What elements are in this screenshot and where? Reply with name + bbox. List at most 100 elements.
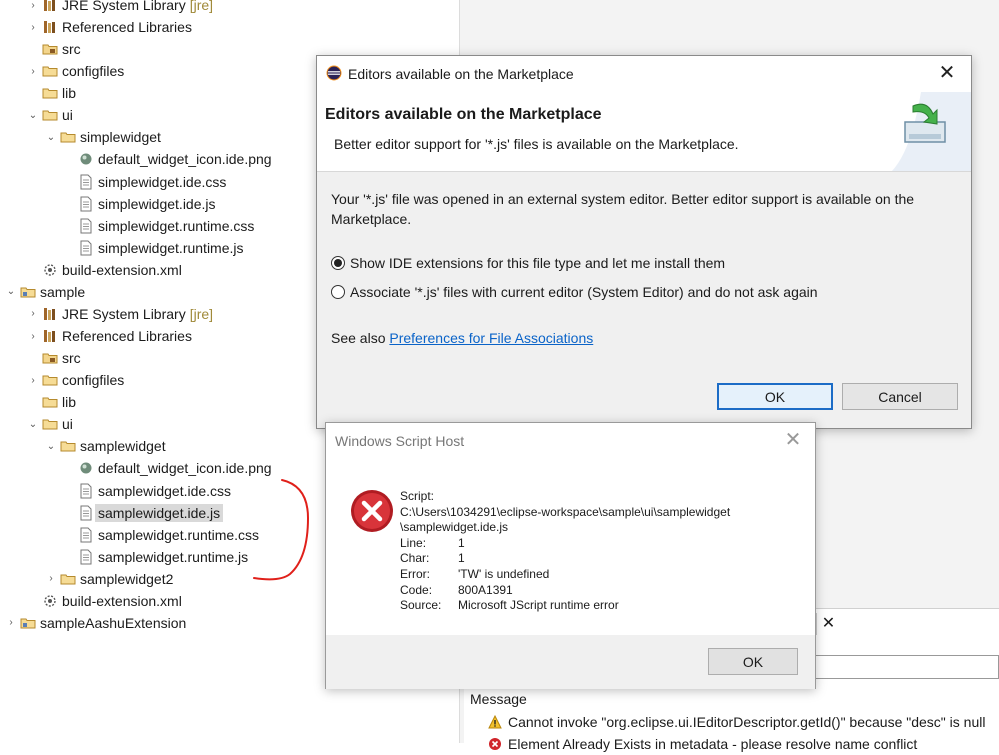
- tree-item-label: simplewidget.ide.js: [98, 195, 216, 212]
- folder-icon: [42, 85, 58, 101]
- file-icon: [78, 527, 94, 543]
- file-icon: [78, 174, 94, 190]
- ok-button[interactable]: OK: [717, 383, 833, 410]
- close-icon[interactable]: ✕: [935, 62, 959, 86]
- tree-item[interactable]: › JRE System Library [jre]: [26, 303, 213, 325]
- expand-chevron-icon[interactable]: ⌄: [4, 286, 18, 297]
- expand-chevron-icon[interactable]: ⌄: [26, 419, 40, 430]
- tree-item-label: simplewidget: [80, 129, 161, 146]
- option-show-extensions[interactable]: Show IDE extensions for this file type a…: [331, 255, 725, 271]
- tree-item-label: default_widget_icon.ide.png: [98, 151, 272, 168]
- tree-item-label: sample: [40, 283, 86, 300]
- tree-item-label: src: [62, 350, 81, 367]
- tree-item[interactable]: ⌄ sample: [4, 281, 85, 303]
- tree-item[interactable]: src: [26, 38, 81, 60]
- library-icon: [42, 19, 58, 35]
- tree-item[interactable]: simplewidget.ide.css: [62, 171, 226, 193]
- filter-input[interactable]: [815, 655, 999, 679]
- collapse-chevron-icon[interactable]: ›: [26, 22, 40, 33]
- tree-item[interactable]: default_widget_icon.ide.png: [62, 148, 272, 170]
- tree-item-label: JRE System Library: [62, 0, 186, 13]
- tree-item[interactable]: default_widget_icon.ide.png: [62, 457, 272, 479]
- tree-item-label: default_widget_icon.ide.png: [98, 460, 272, 477]
- problem-row[interactable]: Cannot invoke "org.eclipse.ui.IEditorDes…: [488, 711, 985, 733]
- radio-unselected-icon[interactable]: [331, 285, 345, 299]
- tree-item-label: samplewidget: [80, 438, 166, 455]
- tree-item[interactable]: lib: [26, 391, 76, 413]
- expand-chevron-icon[interactable]: ⌄: [26, 110, 40, 121]
- ok-button[interactable]: OK: [708, 648, 798, 675]
- library-icon: [42, 306, 58, 322]
- tree-item[interactable]: › configfiles: [26, 60, 124, 82]
- tree-item[interactable]: simplewidget.ide.js: [62, 193, 216, 215]
- collapse-chevron-icon[interactable]: ›: [26, 308, 40, 319]
- tree-item[interactable]: src: [26, 347, 81, 369]
- collapse-chevron-icon[interactable]: ›: [26, 331, 40, 342]
- tree-item-label: samplewidget2: [80, 570, 174, 587]
- close-icon[interactable]: ✕: [781, 429, 805, 453]
- tree-item[interactable]: ⌄ simplewidget: [44, 126, 161, 148]
- tree-item-label: lib: [62, 85, 77, 102]
- tree-item[interactable]: build-extension.xml: [26, 590, 182, 612]
- tree-item[interactable]: simplewidget.runtime.js: [62, 237, 244, 259]
- file-icon: [78, 240, 94, 256]
- dialog-banner: Editors available on the Marketplace Bet…: [317, 92, 971, 172]
- tree-item-label: ui: [62, 107, 73, 124]
- collapse-chevron-icon[interactable]: ›: [26, 66, 40, 77]
- option-associate-editor[interactable]: Associate '*.js' files with current edit…: [331, 284, 818, 300]
- tree-item[interactable]: › JRE System Library [jre]: [26, 0, 213, 16]
- tree-item[interactable]: ⌄ ui: [26, 104, 73, 126]
- folder-icon: [42, 416, 58, 432]
- file-icon: [78, 218, 94, 234]
- script-path: \samplewidget.ide.js: [400, 520, 509, 535]
- collapse-chevron-icon[interactable]: ›: [44, 573, 58, 584]
- dialog-titlebar[interactable]: Editors available on the Marketplace ✕: [317, 56, 971, 92]
- file-icon: [78, 549, 94, 565]
- tree-item-decoration: [jre]: [189, 0, 214, 13]
- tree-item[interactable]: build-extension.xml: [26, 259, 182, 281]
- tree-item[interactable]: ⌄ ui: [26, 413, 73, 435]
- tree-item[interactable]: › configfiles: [26, 369, 124, 391]
- tree-item[interactable]: › samplewidget2: [44, 568, 173, 590]
- package-folder-icon: [42, 350, 58, 366]
- radio-selected-icon[interactable]: [331, 256, 345, 270]
- tree-item[interactable]: simplewidget.runtime.css: [62, 215, 254, 237]
- tree-item-label: samplewidget.runtime.css: [98, 526, 260, 543]
- tree-item[interactable]: lib: [26, 82, 76, 104]
- collapse-chevron-icon[interactable]: ›: [26, 0, 40, 11]
- tree-item[interactable]: samplewidget.ide.css: [62, 480, 231, 502]
- message-column-header[interactable]: Message: [470, 691, 527, 707]
- error-icon: [488, 737, 502, 751]
- dialog-heading: Editors available on the Marketplace: [325, 106, 602, 123]
- tree-item-label: simplewidget.ide.css: [98, 173, 227, 190]
- tree-item[interactable]: › Referenced Libraries: [26, 16, 192, 38]
- eclipse-icon: [326, 65, 342, 84]
- expand-chevron-icon[interactable]: ⌄: [44, 132, 58, 143]
- see-also: See also Preferences for File Associatio…: [331, 330, 594, 346]
- marketplace-install-icon: [891, 92, 971, 171]
- tree-item-label: lib: [62, 394, 77, 411]
- tree-item-label: Referenced Libraries: [62, 328, 192, 345]
- folder-icon: [42, 394, 58, 410]
- cancel-button[interactable]: Cancel: [842, 383, 958, 410]
- tree-item-label: JRE System Library: [62, 305, 186, 322]
- tree-item[interactable]: samplewidget.runtime.js: [62, 546, 248, 568]
- collapse-chevron-icon[interactable]: ›: [4, 617, 18, 628]
- problem-row[interactable]: Element Already Exists in metadata - ple…: [488, 733, 917, 755]
- library-icon: [42, 0, 58, 13]
- project-icon: [20, 284, 36, 300]
- tree-item[interactable]: samplewidget.ide.js: [62, 502, 224, 524]
- tab-close-icon[interactable]: ✕: [816, 613, 840, 635]
- tree-item-label: samplewidget.ide.js: [95, 503, 224, 522]
- expand-chevron-icon[interactable]: ⌄: [44, 441, 58, 452]
- dialog-titlebar[interactable]: Windows Script Host ✕: [326, 423, 815, 459]
- collapse-chevron-icon[interactable]: ›: [26, 375, 40, 386]
- tree-item[interactable]: ⌄ samplewidget: [44, 435, 166, 457]
- file-associations-link[interactable]: Preferences for File Associations: [389, 330, 593, 346]
- detail-char: Char: 1: [400, 551, 465, 566]
- tree-item[interactable]: samplewidget.runtime.css: [62, 524, 259, 546]
- tree-item[interactable]: › sampleAashuExtension: [4, 612, 186, 634]
- dialog-message: Your '*.js' file was opened in an extern…: [331, 191, 915, 227]
- folder-icon: [42, 63, 58, 79]
- tree-item[interactable]: › Referenced Libraries: [26, 325, 192, 347]
